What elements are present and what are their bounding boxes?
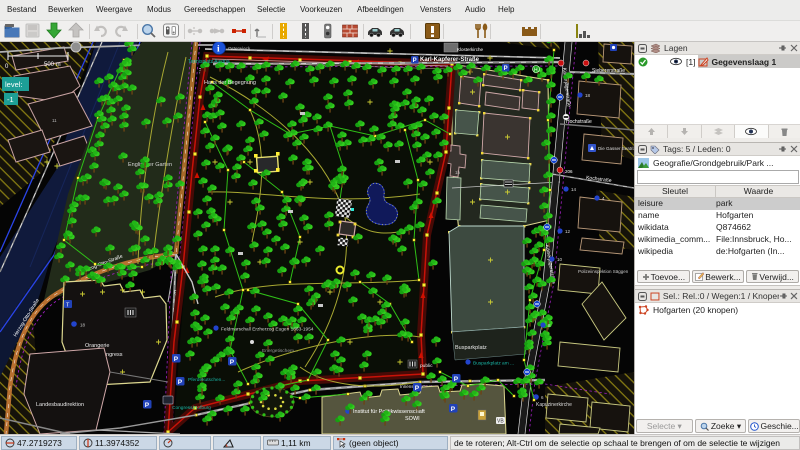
svg-text:12: 12 bbox=[565, 229, 571, 234]
svg-text:P: P bbox=[504, 66, 508, 72]
svg-text:public: public bbox=[420, 363, 433, 369]
svg-text:18: 18 bbox=[80, 323, 86, 328]
svg-text:Siebererstraße: Siebererstraße bbox=[592, 68, 625, 74]
svg-text:Feldmarschall Erzherzog Eugen: Feldmarschall Erzherzog Eugen 1863-1954 bbox=[221, 327, 314, 333]
svg-text:Hochstraße: Hochstraße bbox=[566, 119, 592, 125]
svg-text:500 m: 500 m bbox=[44, 62, 61, 68]
svg-text:Tennisplatz Austria: Tennisplatz Austria bbox=[188, 59, 230, 65]
svg-text:Karl-Kapferer-Straße: Karl-Kapferer-Straße bbox=[420, 57, 480, 63]
svg-text:P: P bbox=[413, 58, 417, 64]
svg-text:i: i bbox=[217, 45, 220, 55]
svg-text:SOWI: SOWI bbox=[405, 416, 420, 422]
svg-text:Congress/Hofburg: Congress/Hofburg bbox=[172, 405, 211, 411]
svg-text:P: P bbox=[174, 356, 179, 363]
svg-text:Polizeiinspektion Säggen: Polizeiinspektion Säggen bbox=[578, 269, 629, 274]
svg-text:Die Gasser Beatrix: Die Gasser Beatrix bbox=[598, 146, 634, 151]
svg-text:10: 10 bbox=[557, 257, 563, 262]
svg-text:P: P bbox=[415, 385, 420, 392]
svg-text:18: 18 bbox=[585, 93, 591, 98]
svg-text:Busparkplatz: Busparkplatz bbox=[455, 345, 487, 351]
svg-text:Haus der Begegnung: Haus der Begegnung bbox=[204, 80, 256, 86]
svg-text:VB: VB bbox=[497, 419, 504, 425]
svg-text:level:: level: bbox=[5, 80, 23, 89]
svg-text:Pferdekutschen...: Pferdekutschen... bbox=[188, 377, 225, 383]
svg-text:H: H bbox=[534, 68, 538, 74]
svg-text:14: 14 bbox=[571, 187, 577, 192]
svg-text:11: 11 bbox=[52, 118, 57, 123]
svg-text:Energetischem...: Energetischem... bbox=[262, 348, 298, 354]
svg-text:Klosterkirche: Klosterkirche bbox=[457, 47, 484, 52]
svg-text:P: P bbox=[230, 359, 235, 366]
svg-text:Kapuzinerkirche: Kapuzinerkirche bbox=[536, 402, 572, 408]
svg-text:206: 206 bbox=[565, 169, 573, 174]
svg-text:1b: 1b bbox=[455, 170, 461, 175]
svg-text:-1: -1 bbox=[7, 95, 14, 104]
svg-text:P: P bbox=[145, 402, 150, 409]
svg-text:P: P bbox=[178, 379, 183, 386]
svg-text:Osterwieck...: Osterwieck... bbox=[228, 46, 254, 51]
svg-text:Busparkplatz am ...: Busparkplatz am ... bbox=[473, 361, 514, 367]
svg-text:P: P bbox=[451, 406, 456, 413]
svg-text:Landesbaudirektion: Landesbaudirektion bbox=[36, 402, 84, 408]
svg-text:P: P bbox=[454, 376, 459, 383]
